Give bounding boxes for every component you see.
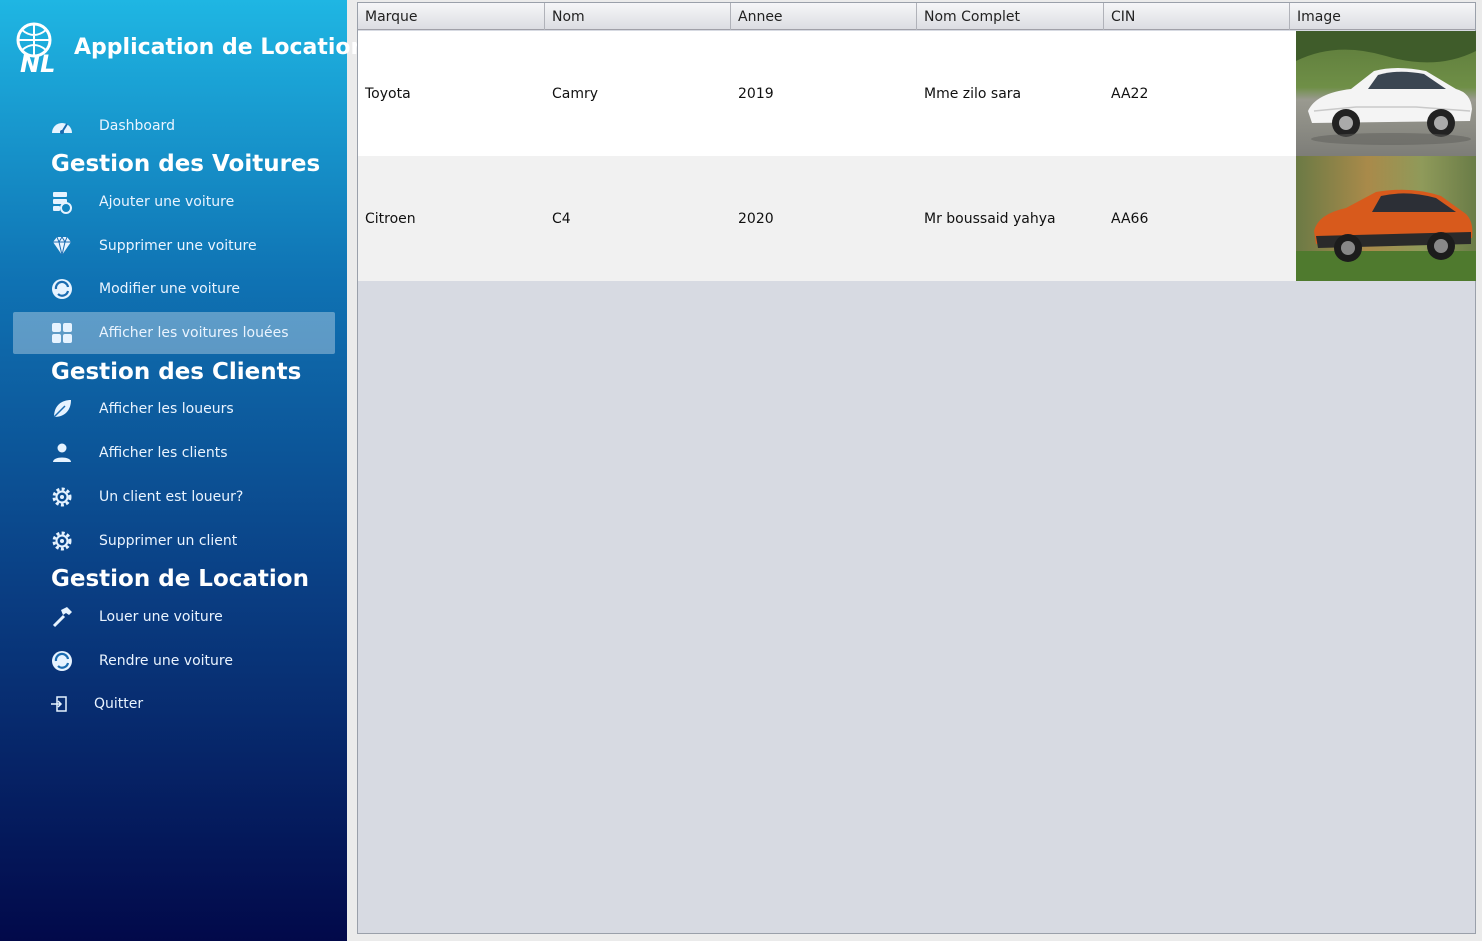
sidebar-item-label: Rendre une voiture bbox=[99, 653, 233, 669]
cell-marque: Citroen bbox=[365, 211, 416, 227]
sidebar-item-quitter[interactable]: Quitter bbox=[13, 683, 335, 725]
sidebar-item-supprimer-voiture[interactable]: Supprimer une voiture bbox=[13, 225, 335, 267]
refresh-icon bbox=[50, 277, 74, 301]
column-header-image[interactable]: Image bbox=[1290, 3, 1475, 30]
app-title: Application de Location bbox=[74, 35, 367, 60]
sidebar-item-supprimer-client[interactable]: Supprimer un client bbox=[13, 520, 335, 562]
section-title-clients: Gestion des Clients bbox=[51, 359, 302, 385]
rented-cars-table: Marque Nom Annee Nom Complet CIN Image T… bbox=[357, 2, 1476, 934]
cell-marque: Toyota bbox=[365, 86, 411, 102]
sidebar-item-rendre-voiture[interactable]: Rendre une voiture bbox=[13, 640, 335, 682]
gear-icon bbox=[50, 485, 74, 509]
column-header-cin[interactable]: CIN bbox=[1104, 3, 1290, 30]
sidebar-item-label: Quitter bbox=[94, 696, 144, 712]
cell-cin: AA66 bbox=[1111, 211, 1149, 227]
cell-nom-complet: Mme zilo sara bbox=[924, 86, 1022, 102]
cell-annee: 2020 bbox=[738, 211, 774, 227]
column-header-annee[interactable]: Annee bbox=[731, 3, 917, 30]
table-row[interactable]: Toyota Camry 2019 Mme zilo sara AA22 bbox=[358, 31, 1476, 156]
cell-nom-complet: Mr boussaid yahya bbox=[924, 211, 1056, 227]
sidebar-item-afficher-clients[interactable]: Afficher les clients bbox=[13, 432, 335, 474]
sidebar-item-label: Ajouter une voiture bbox=[99, 194, 235, 210]
sidebar-item-label: Afficher les clients bbox=[99, 445, 228, 461]
user-icon bbox=[50, 441, 74, 465]
cell-annee: 2019 bbox=[738, 86, 774, 102]
sidebar-item-afficher-loueurs[interactable]: Afficher les loueurs bbox=[13, 388, 335, 430]
cell-nom: C4 bbox=[552, 211, 571, 227]
cell-cin: AA22 bbox=[1111, 86, 1149, 102]
sidebar-item-afficher-voitures-louees[interactable]: Afficher les voitures louées bbox=[13, 312, 335, 354]
sidebar-item-label: Dashboard bbox=[99, 118, 175, 134]
sidebar-item-label: Un client est loueur? bbox=[99, 489, 244, 505]
refresh-icon bbox=[50, 649, 74, 673]
sidebar: NL Application de Location Dashboard Ges… bbox=[0, 0, 366, 941]
column-header-nom-complet[interactable]: Nom Complet bbox=[917, 3, 1104, 30]
sidebar-item-label: Supprimer une voiture bbox=[99, 238, 257, 254]
gear-icon bbox=[50, 529, 74, 553]
section-title-voitures: Gestion des Voitures bbox=[51, 151, 321, 177]
sidebar-item-label: Louer une voiture bbox=[99, 609, 223, 625]
section-title-location: Gestion de Location bbox=[51, 566, 309, 592]
grid-icon bbox=[50, 321, 74, 345]
table-row[interactable]: Citroen C4 2020 Mr boussaid yahya AA66 bbox=[358, 156, 1476, 281]
car-image-white-sedan bbox=[1296, 31, 1476, 156]
sidebar-item-dashboard[interactable]: Dashboard bbox=[13, 105, 335, 147]
gauge-icon bbox=[50, 114, 74, 138]
table-header: Marque Nom Annee Nom Complet CIN Image bbox=[358, 3, 1475, 30]
leaf-icon bbox=[50, 397, 74, 421]
sidebar-item-client-loueur[interactable]: Un client est loueur? bbox=[13, 476, 335, 518]
add-database-icon bbox=[50, 190, 74, 214]
column-header-nom[interactable]: Nom bbox=[545, 3, 731, 30]
app-logo-icon: NL bbox=[16, 22, 55, 76]
brand: NL Application de Location bbox=[12, 20, 366, 76]
exit-icon bbox=[47, 692, 71, 716]
car-image-orange-suv bbox=[1296, 156, 1476, 281]
svg-text:NL: NL bbox=[20, 50, 55, 76]
sidebar-item-louer-voiture[interactable]: Louer une voiture bbox=[13, 596, 335, 638]
sidebar-item-modifier-voiture[interactable]: Modifier une voiture bbox=[13, 268, 335, 310]
sidebar-item-ajouter-voiture[interactable]: Ajouter une voiture bbox=[13, 181, 335, 223]
sidebar-item-label: Afficher les voitures louées bbox=[99, 325, 289, 341]
sidebar-item-label: Afficher les loueurs bbox=[99, 401, 234, 417]
diamond-icon bbox=[50, 234, 74, 258]
hammer-icon bbox=[50, 605, 74, 629]
sidebar-item-label: Supprimer un client bbox=[99, 533, 238, 549]
column-header-marque[interactable]: Marque bbox=[358, 3, 545, 30]
sidebar-item-label: Modifier une voiture bbox=[99, 281, 241, 297]
window-bottom-edge bbox=[347, 934, 1482, 941]
cell-nom: Camry bbox=[552, 86, 599, 102]
